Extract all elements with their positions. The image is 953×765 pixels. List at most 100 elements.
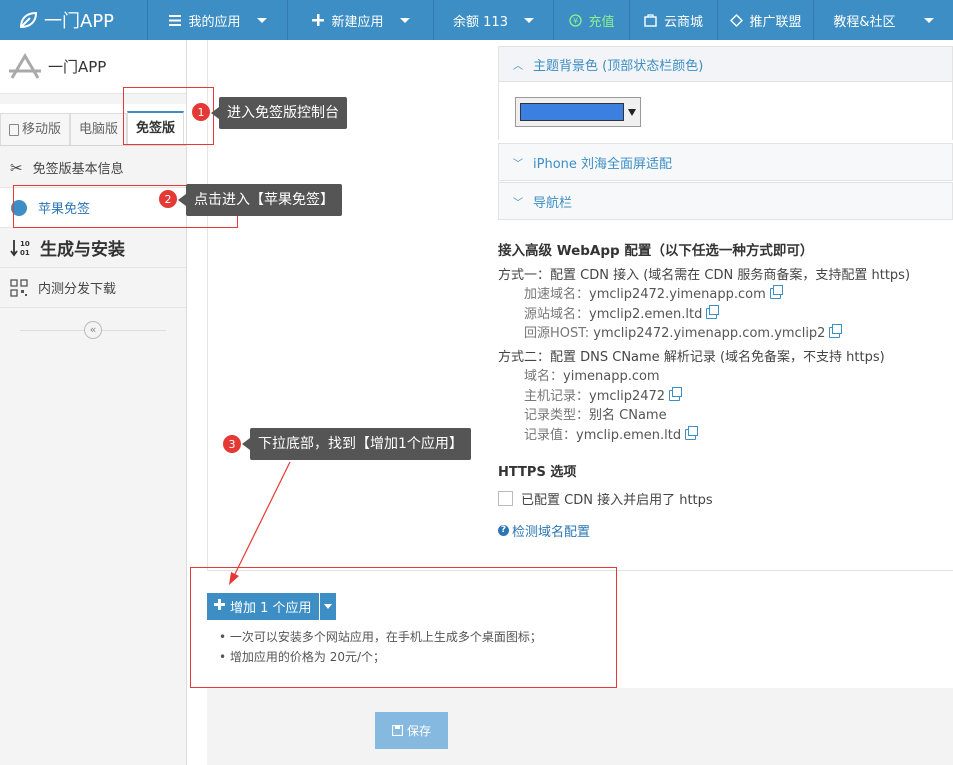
row-value: ymclip.emen.ltd bbox=[576, 427, 682, 443]
annotation-callout-3: 下拉底部，找到【增加1个应用】 bbox=[242, 428, 471, 460]
chevron-down-icon: ﹀ bbox=[513, 197, 523, 209]
mobile-icon bbox=[9, 123, 19, 136]
leaf-icon bbox=[19, 11, 38, 29]
row-key: 域名： bbox=[524, 369, 564, 384]
chevron-down-icon bbox=[523, 17, 534, 23]
panel-title: 主题背景色 (顶部状态栏颜色) bbox=[533, 58, 704, 74]
panel-iphone-notch[interactable]: ﹀ iPhone 刘海全面屏适配 bbox=[498, 143, 953, 181]
footer-bar bbox=[207, 688, 953, 765]
sort-icon: 1001 bbox=[10, 239, 30, 257]
config-row: 记录类型：别名 CName bbox=[498, 406, 953, 426]
sidebar: 一门APP 移动版 电脑版 免签版 ✂ 免签版基本信息 苹果免签 10 01 生成… bbox=[0, 40, 187, 765]
brand-logo[interactable]: 一门APP bbox=[0, 0, 148, 40]
nav-affiliate[interactable]: 推广联盟 bbox=[718, 0, 814, 40]
annotation-callout-1: 进入免签版控制台 bbox=[211, 97, 347, 129]
annotation-badge-2: 2 bbox=[158, 189, 178, 209]
tab-mobile-label: 移动版 bbox=[22, 121, 62, 137]
detect-domain-label: 检测域名配置 bbox=[512, 525, 591, 540]
row-value: yimenapp.com bbox=[563, 369, 660, 384]
config-row: 回源HOST: ymclip2472.yimenapp.com.ymclip2 bbox=[498, 324, 953, 344]
nav-balance-label: 余额 113 bbox=[453, 14, 508, 30]
question-icon: ? bbox=[498, 525, 509, 536]
save-button[interactable]: 保存 bbox=[375, 712, 448, 749]
detect-domain-link[interactable]: ? 检测域名配置 bbox=[498, 521, 590, 540]
copy-icon[interactable] bbox=[829, 324, 843, 338]
qrcode-icon bbox=[10, 278, 28, 297]
nav-tutorial-community[interactable]: 教程&社区 bbox=[814, 0, 953, 40]
https-checkbox-row[interactable]: 已配置 CDN 接入并启用了 https bbox=[498, 489, 713, 508]
copy-icon[interactable] bbox=[669, 386, 683, 401]
chevron-down-icon bbox=[399, 17, 410, 23]
theme-color-select[interactable] bbox=[515, 97, 641, 127]
sidebar-item-build-install[interactable]: 10 01 生成与安装 bbox=[0, 228, 186, 268]
sidebar-item-label: 内测分发下载 bbox=[38, 282, 117, 297]
sidebar-item-beta-distribution[interactable]: 内测分发下载 bbox=[0, 268, 186, 308]
scissors-icon: ✂ bbox=[10, 158, 23, 177]
copy-icon[interactable] bbox=[706, 304, 720, 319]
plus-icon bbox=[311, 13, 325, 27]
copy-icon[interactable] bbox=[769, 285, 783, 299]
row-value: ymclip2.emen.ltd bbox=[589, 306, 703, 322]
tab-desktop[interactable]: 电脑版 bbox=[70, 113, 128, 145]
sidebar-item-label: 免签版基本信息 bbox=[32, 162, 124, 177]
nav-cloud-shop[interactable]: 云商城 bbox=[630, 0, 718, 40]
https-checkbox-label: 已配置 CDN 接入并启用了 https bbox=[521, 493, 713, 508]
collapse-sidebar-button[interactable]: « bbox=[84, 321, 102, 339]
save-label: 保存 bbox=[406, 724, 431, 738]
diamond-icon bbox=[729, 13, 743, 27]
svg-text:01: 01 bbox=[20, 249, 30, 257]
sidebar-item-basic-info[interactable]: ✂ 免签版基本信息 bbox=[0, 148, 186, 188]
list-icon bbox=[168, 13, 182, 27]
panel-title: iPhone 刘海全面屏适配 bbox=[533, 156, 673, 172]
sidebar-collapse: « bbox=[0, 308, 186, 352]
config-row: 域名：yimenapp.com bbox=[498, 367, 953, 387]
shop-icon bbox=[644, 13, 658, 27]
annotation-badge-1: 1 bbox=[191, 102, 211, 122]
row-value: ymclip2472 bbox=[589, 388, 666, 404]
row-key: 回源HOST: bbox=[524, 326, 594, 341]
nav-my-apps[interactable]: 我的应用 bbox=[148, 0, 288, 40]
dropdown-arrow-icon bbox=[628, 108, 636, 116]
panel-theme-bg[interactable]: ︿ 主题背景色 (顶部状态栏颜色) bbox=[498, 46, 953, 82]
nav-new-app[interactable]: 新建应用 bbox=[288, 0, 434, 40]
nav-affiliate-label: 推广联盟 bbox=[749, 14, 802, 30]
annotation-box-3 bbox=[190, 567, 617, 688]
row-value: ymclip2472.yimenapp.com.ymclip2 bbox=[593, 326, 826, 341]
chevron-down-icon bbox=[923, 17, 934, 23]
row-key: 源站域名： bbox=[524, 306, 590, 322]
svg-text:¥: ¥ bbox=[573, 16, 578, 25]
row-value: 别名 CName bbox=[589, 408, 667, 423]
sidebar-logo: 一门APP bbox=[0, 40, 186, 94]
panel-theme-bg-body bbox=[498, 82, 953, 140]
config-title: 接入高级 WebApp 配置（以下任选一种方式即可） bbox=[498, 243, 814, 259]
chevron-down-icon bbox=[256, 17, 267, 23]
row-key: 主机记录： bbox=[524, 388, 590, 404]
row-key: 记录值： bbox=[524, 427, 577, 443]
row-key: 加速域名： bbox=[524, 287, 590, 302]
config-row: 主机记录：ymclip2472 bbox=[498, 386, 953, 407]
config-row: 加速域名：ymclip2472.yimenapp.com bbox=[498, 285, 953, 305]
row-value: ymclip2472.yimenapp.com bbox=[589, 287, 766, 302]
https-checkbox[interactable] bbox=[498, 491, 513, 506]
config-method2: 方式二：配置 DNS CName 解析记录 (域名免备案，不支持 https) bbox=[498, 349, 885, 365]
copy-icon[interactable] bbox=[685, 425, 699, 440]
nav-cloud-shop-label: 云商城 bbox=[663, 14, 703, 30]
nav-recharge[interactable]: ¥ 充值 bbox=[554, 0, 630, 40]
sidebar-logo-text: 一门APP bbox=[48, 58, 107, 76]
panel-title: 导航栏 bbox=[533, 195, 573, 211]
tab-mobile[interactable]: 移动版 bbox=[0, 113, 71, 145]
nav-new-app-label: 新建应用 bbox=[331, 14, 384, 30]
color-swatch bbox=[520, 103, 624, 121]
config-method1: 方式一：配置 CDN 接入 (域名需在 CDN 服务商备案，支持配置 https… bbox=[498, 267, 911, 283]
chevron-up-icon: ︿ bbox=[513, 60, 523, 72]
annotation-badge-3: 3 bbox=[222, 434, 242, 454]
config-row: 源站域名：ymclip2.emen.ltd bbox=[498, 304, 953, 325]
panel-navbar[interactable]: ﹀ 导航栏 bbox=[498, 182, 953, 220]
svg-text:10: 10 bbox=[20, 240, 30, 248]
sidebar-item-label: 生成与安装 bbox=[40, 240, 125, 260]
brand-name: 一门APP bbox=[44, 11, 115, 32]
top-navbar: 一门APP 我的应用 新建应用 余额 113 ¥ 充值 云商城 推广联盟 教程&… bbox=[0, 0, 953, 40]
nav-balance[interactable]: 余额 113 bbox=[434, 0, 554, 40]
https-title: HTTPS 选项 bbox=[498, 465, 577, 480]
nav-recharge-label: 充值 bbox=[588, 14, 615, 30]
